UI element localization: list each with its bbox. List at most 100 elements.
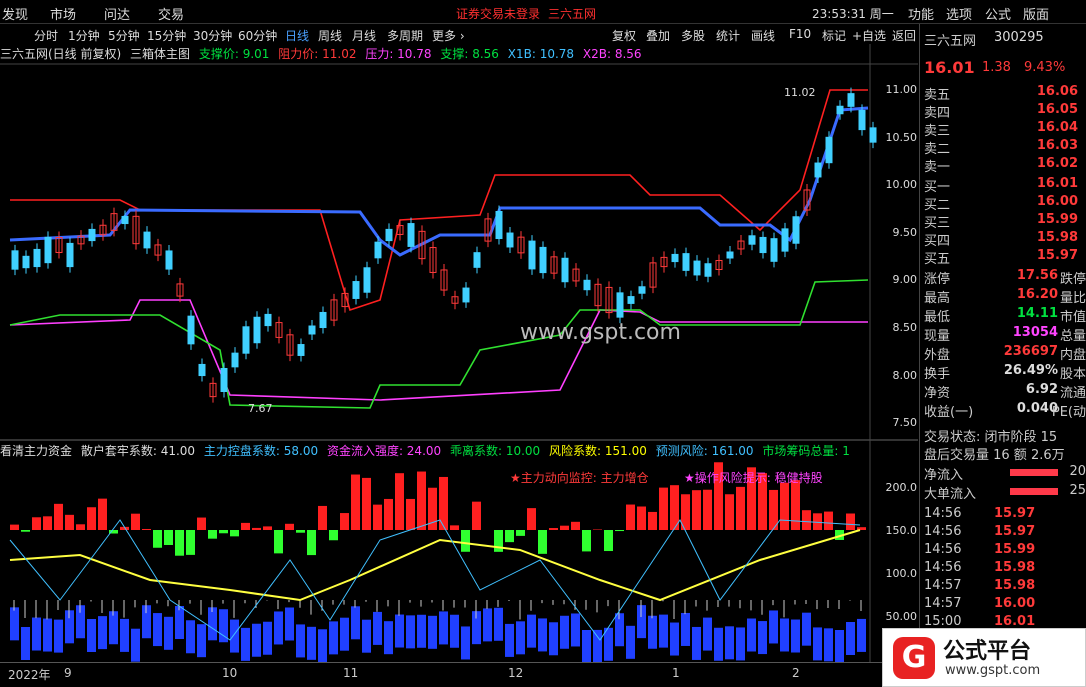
- volume-bar: [340, 617, 349, 651]
- flow-bar: [648, 511, 657, 530]
- sub-axis-label: 100.0: [885, 567, 918, 580]
- volume-bar: [296, 624, 305, 658]
- volume-bar: [109, 611, 118, 645]
- tick-row: 14:57 15.98: [924, 578, 1086, 596]
- tick-row: 14:57 16.00: [924, 596, 1086, 614]
- inflow-strength: 资金流入强度: 24.00: [326, 444, 442, 458]
- candle-body: [165, 250, 173, 270]
- candle-body: [748, 235, 756, 245]
- candle-body: [319, 311, 327, 329]
- candle-body: [682, 253, 690, 271]
- flow-row: 大单流入 25: [924, 483, 1086, 502]
- candle-body: [22, 255, 30, 269]
- flow-bar: [604, 530, 613, 552]
- stat-label: 涨停: [924, 272, 951, 287]
- indicator-name[interactable]: 三箱体主图: [130, 47, 190, 61]
- date-label: 9: [64, 666, 72, 680]
- logo-url: www.gspt.com: [945, 663, 1041, 678]
- candle-body: [693, 260, 701, 276]
- volume-bar: [351, 606, 360, 640]
- volume-bar: [582, 629, 591, 662]
- bid-row: 买四 15.98: [924, 230, 1086, 249]
- volume-bar: [428, 615, 437, 649]
- gspt-logo: G 公式平台 www.gspt.com: [882, 628, 1086, 687]
- stat-value: 16.20: [1016, 287, 1058, 302]
- menu-layout[interactable]: 版面: [1023, 4, 1049, 23]
- bid-row: 买三 15.99: [924, 212, 1086, 231]
- flow-bar: [263, 526, 272, 530]
- volume-bar: [318, 629, 327, 662]
- candle-body: [231, 352, 239, 368]
- tick-price: 15.99: [994, 542, 1036, 557]
- stat-label-right: PE(动: [1051, 405, 1086, 420]
- candle-body: [616, 292, 624, 318]
- stat-value: 13054: [1012, 325, 1058, 340]
- volume-bar: [32, 617, 41, 651]
- candle-body: [836, 105, 844, 115]
- candle-body: [11, 250, 19, 270]
- date-label: 1: [672, 666, 680, 680]
- flow-bar: [197, 517, 206, 530]
- volume-bar: [164, 616, 173, 650]
- volume-bar: [527, 614, 536, 648]
- row-label: 买四: [924, 234, 951, 249]
- ask-row: 卖三 16.04: [924, 120, 1086, 139]
- row-value: 16.03: [1036, 138, 1078, 153]
- candle-body: [627, 296, 635, 304]
- volume-bar: [54, 619, 63, 653]
- candle-body: [462, 287, 470, 303]
- candle-body: [671, 253, 679, 263]
- axis-label: 11.00: [885, 83, 918, 96]
- volume-bar: [450, 614, 459, 648]
- volume-bar: [197, 624, 206, 658]
- sub-indicator-name[interactable]: 看清主力资金: [0, 444, 72, 458]
- volume-bar: [659, 614, 668, 648]
- tick-time: 14:57: [924, 596, 962, 611]
- candle-body: [407, 223, 415, 247]
- alert-risk: ★操作风险提示: 稳健持股: [684, 471, 823, 485]
- flow-bar: [285, 523, 294, 530]
- flow-bar: [549, 528, 558, 530]
- tick-price: 15.98: [994, 560, 1036, 575]
- menu-options[interactable]: 选项: [946, 4, 972, 23]
- row-label: 卖五: [924, 88, 951, 103]
- menu-formula[interactable]: 公式: [985, 4, 1011, 23]
- axis-label: 9.00: [892, 273, 918, 286]
- stat-row: 最低 14.11 市值: [924, 306, 1086, 325]
- flow-bar: [296, 530, 305, 533]
- volume-bar: [241, 627, 250, 661]
- risk-coef: 风险系数: 151.00: [549, 444, 647, 458]
- flow-bar: [329, 530, 338, 541]
- row-label: 卖二: [924, 142, 951, 157]
- row-value: 15.99: [1036, 212, 1078, 227]
- candle-body: [638, 286, 646, 294]
- stat-label: 收益(一): [924, 405, 974, 420]
- row-value: 16.02: [1036, 156, 1078, 171]
- quote-change: 1.38: [982, 60, 1011, 75]
- candle-body: [198, 363, 206, 377]
- tick-price: 16.00: [994, 596, 1036, 611]
- flow-bar: [164, 530, 173, 545]
- flow-bar: [98, 498, 107, 530]
- stat-label: 净资: [924, 386, 951, 401]
- yellow-line: [9, 529, 861, 602]
- stat-value: 236697: [1003, 344, 1058, 359]
- flow-bar: [571, 521, 580, 530]
- stat-label-right: 市值: [1059, 310, 1086, 325]
- date-label: 12: [508, 666, 524, 680]
- candle-body: [539, 246, 547, 274]
- volume-bar: [362, 619, 371, 653]
- predict-risk: 预测风险: 161.00: [655, 444, 754, 458]
- row-value: 16.05: [1036, 102, 1078, 117]
- flow-bar: [54, 503, 63, 530]
- volume-bar: [681, 612, 690, 646]
- stat-label: 最高: [924, 291, 951, 306]
- candle-body: [473, 252, 481, 268]
- trade-status-text: 交易状态: 闭市阶段 15: [924, 430, 1058, 445]
- volume-bar: [406, 615, 415, 649]
- flow-bar: [780, 482, 789, 530]
- chart-canvas[interactable]: [0, 0, 918, 662]
- flow-bar: [516, 530, 525, 536]
- stat-label-right: 总量: [1059, 329, 1086, 344]
- date-label: 10: [222, 666, 238, 680]
